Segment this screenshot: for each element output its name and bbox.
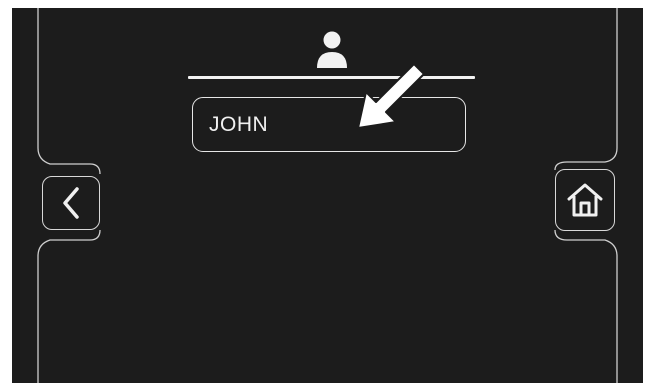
- user-icon: [317, 31, 347, 68]
- home-icon: [567, 183, 603, 217]
- device-screen: JOHN: [12, 8, 643, 383]
- pointer-arrow-icon: [357, 63, 425, 129]
- name-value: JOHN: [209, 112, 269, 136]
- back-button[interactable]: [42, 176, 100, 230]
- header-divider: [188, 76, 475, 79]
- chevron-left-icon: [63, 187, 79, 219]
- home-button[interactable]: [555, 169, 615, 231]
